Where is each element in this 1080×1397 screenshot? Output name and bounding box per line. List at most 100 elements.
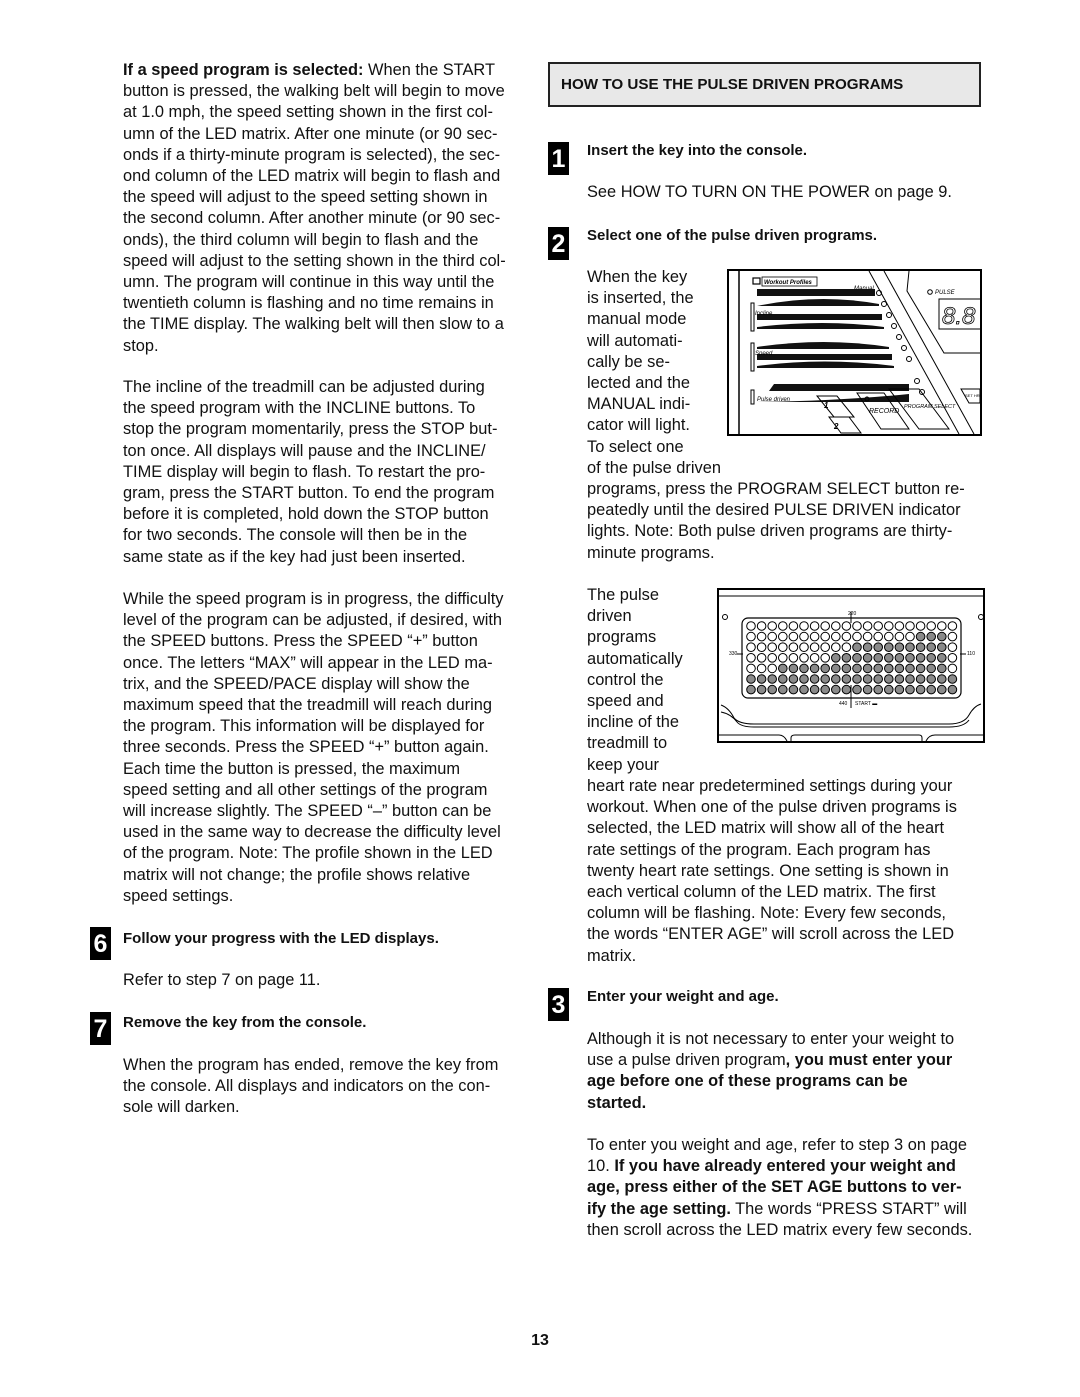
led-dot-lit: [799, 674, 809, 684]
text-line: twentieth column is flashing and no time…: [123, 294, 494, 313]
led-dot-lit: [852, 653, 862, 663]
text-line: speed and: [587, 692, 664, 711]
led-label-bottom: 440: [839, 701, 848, 707]
led-dot-lit: [947, 674, 958, 684]
text-line: ond column of the LED matrix will begin …: [123, 167, 501, 186]
led-dot-lit: [884, 642, 894, 653]
led-dot-lit: [926, 663, 936, 674]
led-dot-off: [831, 631, 841, 642]
led-dot-off: [756, 663, 767, 674]
svg-text:2: 2: [833, 422, 839, 431]
led-dot-lit: [756, 674, 767, 684]
step-2-wrap-text-2: The pulse driven programs automatically cont…: [587, 585, 683, 776]
led-dot-lit: [746, 684, 756, 695]
led-dot-off: [937, 621, 947, 631]
console-figure: Workout Profiles Manual Incline Speed Pu…: [727, 269, 982, 436]
led-dot-lit: [894, 663, 905, 674]
text-line: selected, the LED matrix will show all o…: [587, 819, 945, 838]
text-line: at 1.0 mph, the speed setting shown in t…: [123, 103, 493, 122]
svg-text:1: 1: [824, 401, 829, 410]
text-line: the speed will adjust to the speed setti…: [123, 188, 488, 207]
led-dot-lit: [841, 653, 852, 663]
text-line: onds), the third column will begin to fl…: [123, 230, 479, 249]
step-3-heading: Enter your weight and age.: [587, 988, 779, 1005]
step-1-body: See HOW TO TURN ON THE POWER on page 9.: [587, 183, 952, 201]
led-dot-lit: [820, 684, 830, 695]
step-6-badge: 6: [90, 927, 111, 960]
text-line: is inserted, the: [587, 289, 694, 308]
led-dot-lit: [820, 674, 830, 684]
text-line: TIME display will begin to flash. To res…: [123, 462, 486, 481]
led-dot-lit: [852, 642, 862, 653]
step-7-heading: Remove the key from the console.: [123, 1014, 367, 1031]
led-dot-off: [841, 631, 852, 642]
led-dot-off: [746, 631, 756, 642]
text-line: will increase slightly. The SPEED “–” bu…: [123, 802, 492, 821]
led-dot-lit: [831, 653, 841, 663]
step-2-full-text-2: heart rate near predetermined settings d…: [587, 776, 957, 967]
led-dot-lit: [937, 663, 947, 674]
text-line: for two seconds. The console will then b…: [123, 526, 468, 545]
led-dot-off: [799, 621, 809, 631]
led-dot-off: [926, 621, 936, 631]
led-dot-lit: [778, 663, 788, 674]
text-line: When the program has ended, remove the k…: [123, 1056, 499, 1074]
led-dot-off: [746, 642, 756, 653]
led-dot-off: [799, 642, 809, 653]
led-dot-off: [915, 621, 926, 631]
led-dot-off: [947, 631, 958, 642]
text-line: To enter you weight and age, refer to st…: [587, 1136, 967, 1154]
led-dot-off: [894, 631, 905, 642]
led-dot-off: [799, 653, 809, 663]
text-line: of the pulse driven: [587, 458, 721, 477]
led-dot-lit: [915, 684, 926, 695]
step-3-para-1: Although it is not necessary to enter yo…: [587, 1029, 954, 1114]
led-dot-off: [905, 621, 915, 631]
led-dot-off: [947, 653, 958, 663]
led-dot-off: [756, 631, 767, 642]
text-line: twenty heart rate settings. One setting …: [587, 861, 949, 880]
text-line: lights. Note: Both pulse driven programs…: [587, 522, 953, 541]
led-dot-off: [820, 631, 830, 642]
text-line: trix, and the SPEED/PACE display will sh…: [123, 674, 470, 693]
led-dot-lit: [841, 663, 852, 674]
text-line: the SPEED buttons. Press the SPEED “+” b…: [123, 632, 478, 651]
led-dot-lit: [746, 674, 756, 684]
text-line: of the program. Note: The profile shown …: [123, 844, 493, 863]
step-3-para-2: To enter you weight and age, refer to st…: [587, 1135, 972, 1241]
text-line: When the key: [587, 268, 688, 286]
text-line: While the speed program is in progress, …: [123, 590, 504, 608]
speed-label: Speed: [755, 351, 773, 357]
led-dot-off: [884, 621, 894, 631]
step-1-badge: 1: [548, 142, 569, 175]
pulse-indicator: [927, 289, 933, 295]
led-dot-lit: [905, 663, 915, 674]
display-digits: 8.8: [942, 303, 976, 330]
text-line: stop the program momentarily, press the …: [123, 420, 498, 439]
led-label-right: 110: [967, 651, 975, 657]
text-line: level of the program can be adjusted, if…: [123, 611, 503, 630]
led-dot-off: [788, 621, 799, 631]
led-dot-lit: [915, 631, 926, 642]
text-line: then scroll across the LED matrix every …: [587, 1220, 973, 1239]
step-6-body: Refer to step 7 on page 11.: [123, 971, 321, 989]
led-dot-off: [756, 621, 767, 631]
text-line: the console. All displays and indicators…: [123, 1077, 491, 1096]
led-dot-lit: [873, 684, 883, 695]
led-dot-lit: [937, 631, 947, 642]
incline-label: Incline: [755, 311, 773, 317]
start-label: START ▬: [855, 701, 877, 707]
text-line: manual mode: [587, 310, 687, 329]
program-select-label: PROGRAM SELECT: [904, 404, 956, 410]
text-line: To select one: [587, 437, 684, 456]
led-dot-lit: [947, 684, 958, 695]
text-line: control the: [587, 670, 664, 689]
led-dot-off: [862, 621, 873, 631]
led-dot-off: [820, 621, 830, 631]
led-dot-lit: [799, 684, 809, 695]
led-dot-lit: [841, 674, 852, 684]
text-line: ton once. All displays will pause and th…: [123, 441, 486, 460]
text-line: keep your: [587, 755, 659, 774]
text-line: before it is completed, hold down the ST…: [123, 505, 489, 524]
led-dot-off: [947, 642, 958, 653]
